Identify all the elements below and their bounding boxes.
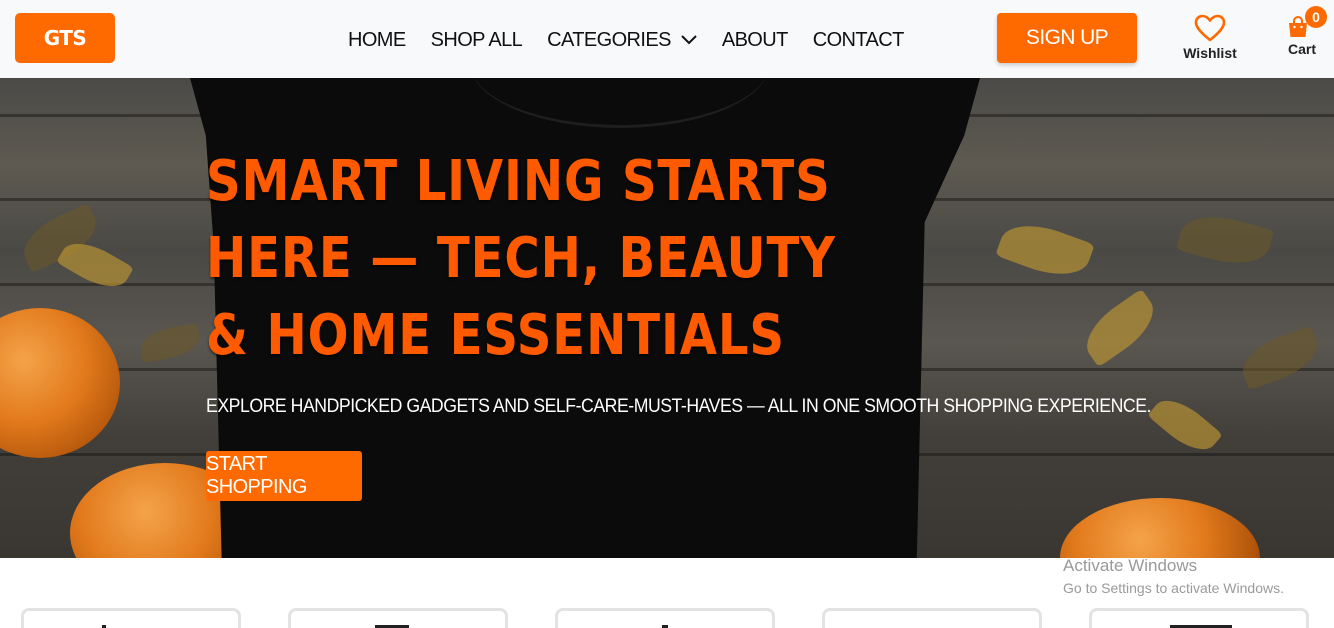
pumpkin-decoration (1060, 498, 1260, 558)
nav-shop-all[interactable]: SHOP ALL (431, 29, 523, 52)
hero-subtitle: EXPLORE HANDPICKED GADGETS AND SELF-CARE… (206, 396, 1151, 417)
wishlist-button[interactable]: Wishlist (1180, 14, 1240, 64)
sign-up-button[interactable]: SIGN UP (997, 13, 1137, 63)
category-card[interactable] (555, 608, 775, 628)
nav-categories-label: CATEGORIES (547, 28, 671, 51)
activate-windows-title: Activate Windows (1063, 556, 1198, 575)
cart-button[interactable]: 0 Cart (1280, 6, 1327, 64)
nav-about[interactable]: ABOUT (722, 29, 789, 52)
logo-button[interactable]: GTS (15, 13, 115, 63)
wishlist-label: Wishlist (1183, 45, 1237, 61)
nav-contact[interactable]: CONTACT (813, 29, 905, 52)
activate-windows-hint: Go to Settings to activate Windows. (1063, 580, 1284, 596)
category-card[interactable] (288, 608, 508, 628)
hero-banner: SMART LIVING STARTS HERE — TECH, BEAUTY … (0, 78, 1334, 558)
main-nav: HOME SHOP ALL CATEGORIES ABOUT CONTACT (348, 26, 929, 54)
pumpkin-decoration (0, 308, 120, 458)
site-header: GTS HOME SHOP ALL CATEGORIES ABOUT CONTA… (0, 0, 1334, 78)
category-card[interactable] (1089, 608, 1309, 628)
category-card[interactable] (822, 608, 1042, 628)
start-shopping-button[interactable]: START SHOPPING (206, 451, 362, 501)
nav-home[interactable]: HOME (348, 29, 406, 52)
cart-label: Cart (1287, 41, 1316, 57)
category-card[interactable] (21, 608, 241, 628)
cart-count-badge: 0 (1305, 6, 1327, 28)
chevron-down-icon (681, 35, 697, 45)
nav-categories[interactable]: CATEGORIES (547, 29, 697, 52)
hero-title: SMART LIVING STARTS HERE — TECH, BEAUTY … (206, 149, 836, 368)
heart-icon (1194, 14, 1226, 42)
